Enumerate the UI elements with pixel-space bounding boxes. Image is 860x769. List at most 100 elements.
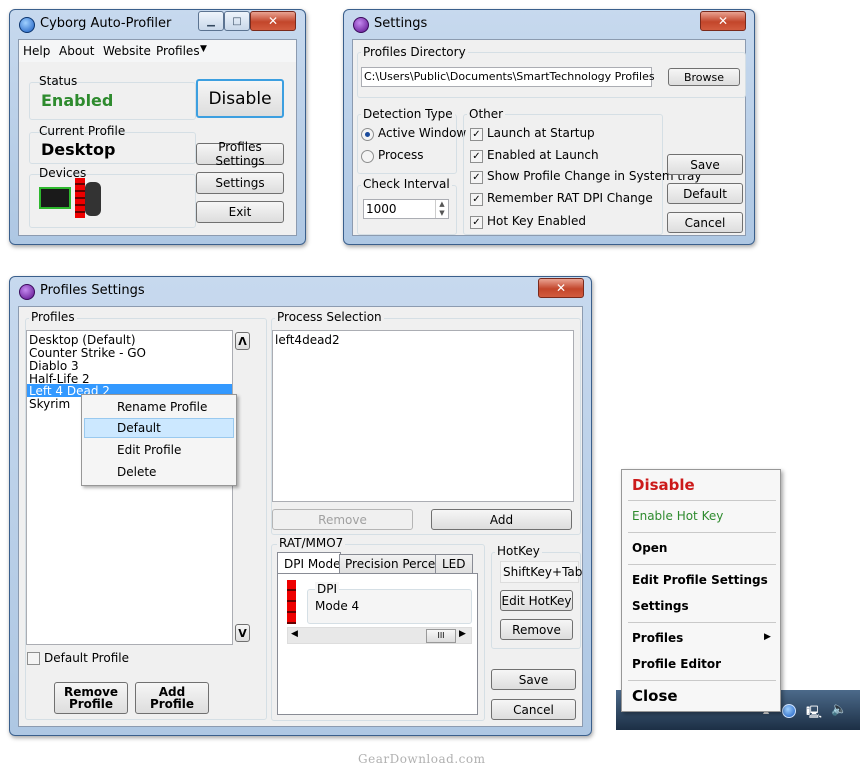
default-button[interactable]: Default	[667, 183, 743, 204]
close-button[interactable]: ✕	[700, 11, 746, 31]
mouse-device-icon	[75, 178, 85, 218]
radio-active-window[interactable]	[361, 128, 374, 141]
tray-enable-hot-key[interactable]: Enable Hot Key	[632, 509, 723, 523]
menu-separator	[628, 680, 776, 681]
autoprofiler-window: Cyborg Auto-Profiler ▁ □ ✕ Help About We…	[9, 9, 306, 245]
menu-edit-profile[interactable]: Edit Profile	[82, 440, 234, 460]
checkbox-enabled-launch[interactable]: ✓	[470, 150, 483, 163]
checkbox-launch-startup[interactable]: ✓	[470, 128, 483, 141]
keyboard-device-icon	[39, 187, 71, 209]
list-item[interactable]: Desktop (Default)	[29, 333, 136, 347]
cancel-button[interactable]: Cancel	[491, 699, 576, 720]
spinner-arrows-icon[interactable]: ▲ ▼	[435, 200, 448, 218]
checkbox-hot-key-enabled[interactable]: ✓	[470, 216, 483, 229]
tray-close[interactable]: Close	[632, 687, 678, 705]
tab-precision-percent-label: Precision Percent	[345, 557, 448, 571]
list-item[interactable]: Diablo 3	[29, 359, 79, 373]
tray-edit-profile-settings[interactable]: Edit Profile Settings	[632, 573, 768, 587]
disable-button[interactable]: Disable	[196, 79, 284, 118]
menu-help[interactable]: Help	[23, 44, 50, 58]
menu-profiles[interactable]: Profiles	[156, 44, 200, 58]
status-value: Enabled	[41, 91, 114, 110]
checkbox-show-profile-change[interactable]: ✓	[470, 171, 483, 184]
profiles-settings-titlebar[interactable]: Profiles Settings ✕	[10, 277, 591, 305]
cyborg-app-icon	[19, 284, 35, 300]
detection-type-group	[357, 114, 457, 174]
tray-settings[interactable]: Settings	[632, 599, 689, 613]
checkbox-remember-rat-dpi[interactable]: ✓	[470, 193, 483, 206]
network-icon[interactable]: 🖳	[806, 703, 822, 724]
list-item[interactable]: Counter Strike - GO	[29, 346, 146, 360]
add-profile-button[interactable]: Add Profile	[135, 682, 209, 714]
scroll-thumb[interactable]: III	[426, 629, 456, 643]
cyborg-app-icon	[19, 17, 35, 33]
menu-separator	[628, 532, 776, 533]
maximize-button[interactable]: □	[224, 11, 250, 31]
edit-hotkey-button[interactable]: Edit HotKey	[500, 590, 573, 611]
tab-dpi-mode-label: DPI Mode	[284, 557, 341, 571]
tab-precision-percent[interactable]: Precision Percent	[339, 554, 448, 574]
settings-button[interactable]: Settings	[196, 172, 284, 194]
profiles-directory-input[interactable]: C:\Users\Public\Documents\SmartTechnolog…	[361, 67, 655, 87]
submenu-arrow-icon: ▶	[764, 632, 771, 642]
profiles-directory-value: C:\Users\Public\Documents\SmartTechnolog…	[364, 70, 655, 83]
scroll-thumb-grip: III	[437, 631, 445, 640]
mouse-body-icon	[85, 182, 101, 216]
profiles-listbox[interactable]: Desktop (Default) Counter Strike - GO Di…	[26, 330, 233, 645]
hotkey-display: ShiftKey+Tab	[500, 561, 583, 583]
menu-default-label: Default	[117, 421, 161, 435]
menu-separator	[628, 564, 776, 565]
remember-rat-dpi-label: Remember RAT DPI Change	[487, 191, 653, 205]
remove-process-button[interactable]: Remove	[272, 509, 413, 530]
check-interval-spinner[interactable]: 1000 ▲ ▼	[363, 199, 449, 219]
menu-default[interactable]: Default	[84, 418, 234, 438]
process-listbox[interactable]: left4dead2	[272, 330, 574, 502]
close-button[interactable]: ✕	[250, 11, 296, 31]
add-profile-label: Add Profile	[149, 685, 195, 711]
profiles-settings-button[interactable]: Profiles Settings	[196, 140, 284, 168]
close-button[interactable]: ✕	[538, 278, 584, 298]
settings-titlebar[interactable]: Settings ✕	[344, 10, 754, 38]
hotkey-value: ShiftKey+Tab	[503, 565, 583, 579]
tray-profiles[interactable]: Profiles	[632, 631, 683, 645]
menu-delete[interactable]: Delete	[82, 462, 234, 482]
tab-dpi-mode[interactable]: DPI Mode	[277, 552, 341, 574]
save-button[interactable]: Save	[491, 669, 576, 690]
menu-about[interactable]: About	[59, 44, 94, 58]
add-process-button[interactable]: Add	[431, 509, 572, 530]
cancel-button[interactable]: Cancel	[667, 212, 743, 233]
autoprofiler-titlebar[interactable]: Cyborg Auto-Profiler ▁ □ ✕	[10, 10, 305, 38]
scroll-up-button[interactable]: Λ	[235, 332, 250, 350]
hotkey-remove-button[interactable]: Remove	[500, 619, 573, 640]
cyborg-tray-icon[interactable]	[782, 704, 796, 718]
scroll-left-icon[interactable]: ◀	[291, 629, 298, 639]
tray-open[interactable]: Open	[632, 541, 667, 555]
save-button[interactable]: Save	[667, 154, 743, 175]
cyborg-app-icon	[353, 17, 369, 33]
status-label: Status	[39, 74, 78, 88]
minimize-button[interactable]: ▁	[198, 11, 224, 31]
default-profile-checkbox[interactable]	[27, 652, 40, 665]
tab-led-label: LED	[442, 557, 466, 571]
volume-icon[interactable]: 🔈	[831, 702, 847, 717]
menu-website[interactable]: Website	[103, 44, 151, 58]
hotkey-label: HotKey	[495, 544, 542, 558]
dpi-horizontal-scrollbar[interactable]: ◀ III ▶	[287, 627, 472, 644]
menu-rename-profile[interactable]: Rename Profile	[82, 397, 234, 417]
tray-disable[interactable]: Disable	[632, 476, 695, 494]
remove-profile-button[interactable]: Remove Profile	[54, 682, 128, 714]
tab-led[interactable]: LED	[435, 554, 473, 574]
current-profile-value: Desktop	[41, 140, 116, 159]
scroll-right-icon[interactable]: ▶	[459, 629, 466, 639]
scroll-down-button[interactable]: V	[235, 624, 250, 642]
browse-button[interactable]: Browse	[668, 68, 740, 86]
radio-process[interactable]	[361, 150, 374, 163]
tray-profile-editor[interactable]: Profile Editor	[632, 657, 721, 671]
profiles-settings-title: Profiles Settings	[40, 283, 145, 298]
default-profile-label: Default Profile	[44, 651, 129, 665]
dpi-label: DPI	[315, 582, 340, 596]
list-item[interactable]: Skyrim	[29, 397, 70, 411]
exit-button[interactable]: Exit	[196, 201, 284, 223]
enabled-launch-label: Enabled at Launch	[487, 148, 599, 162]
list-item[interactable]: left4dead2	[275, 333, 340, 347]
